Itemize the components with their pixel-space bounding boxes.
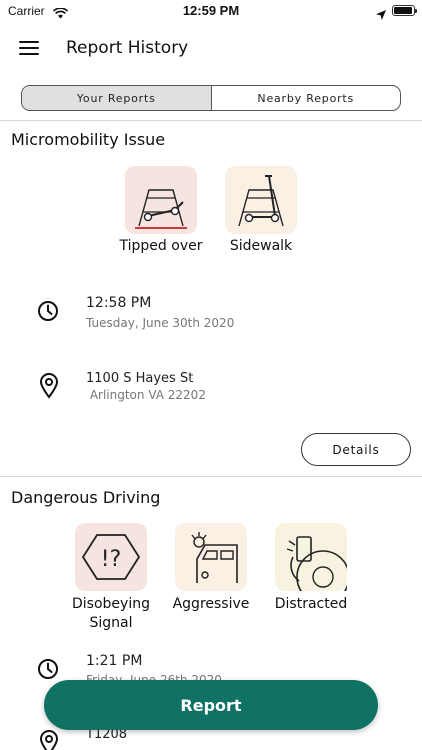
address-line2: Arlington VA 22202: [86, 388, 206, 402]
warning-hexagon-icon: !?: [75, 523, 147, 591]
tag-label: Aggressive: [172, 596, 250, 612]
aggressive-driver-icon: [175, 523, 247, 591]
page-title: Report History: [66, 38, 189, 58]
battery-level: [394, 7, 413, 14]
report-tabs: Your Reports Nearby Reports: [21, 85, 401, 111]
tab-nearby-reports[interactable]: Nearby Reports: [212, 86, 401, 110]
details-button[interactable]: Details: [301, 433, 411, 466]
tag-label: Tipped over: [119, 238, 203, 254]
location-pin-icon: [39, 373, 59, 403]
tab-your-reports[interactable]: Your Reports: [22, 86, 212, 110]
divider: [0, 476, 422, 477]
sidewalk-scooter-icon: [225, 166, 297, 234]
report-button[interactable]: Report: [44, 680, 378, 730]
battery-icon: [392, 5, 417, 16]
report-title: Dangerous Driving: [11, 488, 161, 507]
address-line1: 1100 S Hayes St: [86, 371, 194, 386]
hamburger-menu-icon[interactable]: [19, 41, 39, 57]
report-time: 12:58 PM: [86, 295, 152, 311]
clock-time: 12:59 PM: [182, 3, 240, 18]
report-title: Micromobility Issue: [11, 130, 166, 149]
svg-text:!?: !?: [101, 547, 122, 572]
location-arrow-icon: [376, 5, 386, 24]
location-pin-icon: [39, 730, 59, 750]
clock-icon: [37, 300, 59, 326]
status-bar: Carrier 12:59 PM: [0, 0, 422, 22]
clock-icon: [37, 658, 59, 684]
phone-steering-icon: [275, 523, 350, 604]
tag-label: Disobeying Signal: [72, 596, 150, 631]
tipped-scooter-icon: [125, 166, 197, 234]
tag-label: Sidewalk: [229, 238, 293, 254]
tag-label: Distracted: [274, 596, 348, 612]
report-time: 1:21 PM: [86, 653, 143, 669]
divider: [0, 120, 422, 121]
report-date: Tuesday, June 30th 2020: [86, 316, 235, 330]
